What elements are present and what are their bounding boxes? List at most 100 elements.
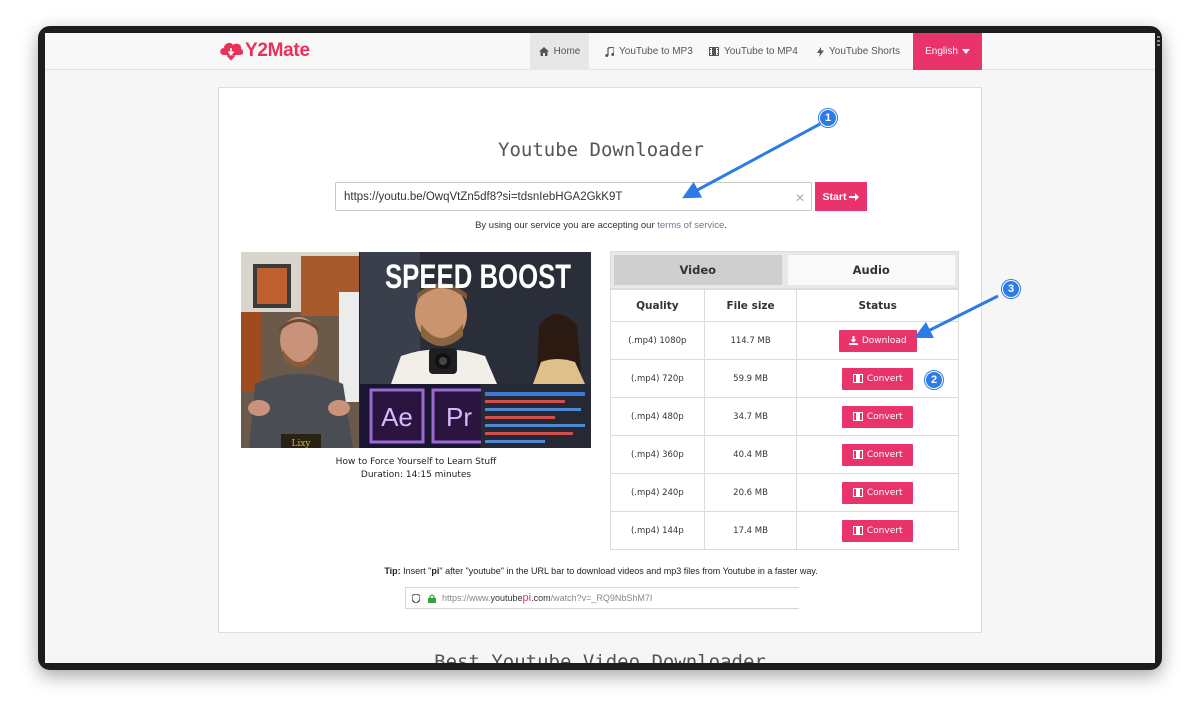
arrow-right-icon	[849, 192, 860, 201]
row-quality: (.mp4) 240p	[610, 473, 705, 512]
thumb-headline: SPEED BOOST	[385, 258, 571, 296]
logo-text: Y2Mate	[245, 40, 310, 61]
row-size: 40.4 MB	[703, 435, 798, 474]
row-quality: (.mp4) 480p	[610, 397, 705, 436]
film-icon	[852, 374, 863, 383]
example-url-domain: youtube	[490, 593, 523, 603]
nav-home-label: Home	[553, 46, 581, 57]
thumbnail-image: Lixy SPEED BOOST Ae Pr	[241, 252, 591, 448]
mug-text: Lixy	[291, 439, 311, 448]
tip-before: Insert "	[400, 566, 432, 576]
shield-icon	[412, 593, 420, 603]
home-icon	[538, 47, 549, 56]
row-status: Convert	[796, 397, 959, 436]
section-heading: Best Youtube Video Downloader	[434, 651, 766, 663]
convert-button[interactable]: Convert	[842, 405, 914, 428]
table-row: (.mp4) 144p 17.4 MB Convert	[610, 511, 959, 550]
download-icon	[848, 336, 858, 345]
lightning-icon	[817, 46, 824, 57]
table-row: (.mp4) 360p 40.4 MB Convert	[610, 435, 959, 474]
site-logo[interactable]: Y2Mate	[218, 38, 310, 64]
row-quality: (.mp4) 144p	[610, 511, 705, 550]
convert-button[interactable]: Convert	[842, 443, 914, 466]
example-url-bar: https://www. youtube pi .com/watch?v=_RQ9Nb…	[405, 587, 799, 609]
nav-youtube-shorts[interactable]: YouTube Shorts	[817, 33, 900, 70]
terms-suffix: .	[724, 220, 727, 231]
row-quality: (.mp4) 720p	[610, 359, 705, 398]
ae-logo-text: Ae	[381, 402, 413, 432]
top-navbar: Y2Mate Home YouTube to MP3 YouTube to MP…	[45, 33, 1155, 70]
download-button[interactable]: Download	[838, 329, 917, 352]
table-row: (.mp4) 480p 34.7 MB Convert	[610, 397, 959, 436]
caret-down-icon	[961, 49, 970, 54]
convert-label: Convert	[866, 525, 903, 536]
film-icon	[852, 488, 863, 497]
film-icon	[709, 47, 719, 56]
video-info: How to Force Yourself to Learn Stuff Dur…	[241, 456, 591, 482]
example-url-path: /watch?v=_RQ9NbShM7I	[550, 593, 653, 603]
row-quality: (.mp4) 360p	[610, 435, 705, 474]
row-size: 114.7 MB	[703, 321, 798, 360]
nav-home[interactable]: Home	[530, 33, 589, 70]
convert-label: Convert	[866, 373, 903, 384]
table-header-row: Quality File size Status	[610, 289, 959, 322]
convert-button[interactable]: Convert	[842, 481, 914, 504]
nav-youtube-to-mp4[interactable]: YouTube to MP4	[709, 33, 798, 70]
nav-youtube-to-mp3[interactable]: YouTube to MP3	[605, 33, 693, 70]
language-dropdown[interactable]: English	[913, 33, 982, 70]
tab-audio[interactable]: Audio	[787, 255, 955, 285]
music-note-icon	[605, 46, 614, 57]
annotation-marker-1: 1	[819, 109, 837, 127]
downloader-card: Youtube Downloader https://youtu.be/OwqV…	[218, 87, 982, 633]
pr-logo-text: Pr	[446, 402, 472, 432]
terms-prefix: By using our service you are accepting o…	[475, 220, 658, 231]
row-size: 34.7 MB	[703, 397, 798, 436]
tip-label: Tip:	[384, 566, 401, 576]
nav-mp3-label: YouTube to MP3	[619, 46, 693, 57]
url-input[interactable]: https://youtu.be/OwqVtZn5df8?si=tdsnIebH…	[335, 182, 812, 211]
convert-label: Convert	[866, 411, 903, 422]
film-icon	[852, 412, 863, 421]
header-status: Status	[796, 289, 959, 322]
tip-after: " after "youtube" in the URL bar to down…	[439, 566, 818, 576]
scroll-indicator	[1157, 36, 1160, 46]
browser-viewport: Y2Mate Home YouTube to MP3 YouTube to MP…	[45, 33, 1155, 663]
language-label: English	[925, 46, 958, 57]
example-url-pi: pi	[522, 592, 532, 604]
clear-icon[interactable]: ✕	[795, 191, 805, 205]
download-label: Download	[861, 335, 907, 346]
row-quality: (.mp4) 1080p	[610, 321, 705, 360]
tab-video[interactable]: Video	[614, 255, 782, 285]
row-status: Download	[796, 321, 959, 360]
convert-button[interactable]: Convert	[842, 367, 914, 390]
nav-shorts-label: YouTube Shorts	[829, 46, 900, 57]
start-button[interactable]: Start	[815, 182, 867, 211]
download-table: Quality File size Status (.mp4) 1080p 11…	[610, 289, 959, 550]
annotation-marker-3: 3	[1002, 280, 1020, 298]
row-status: Convert	[796, 473, 959, 512]
convert-label: Convert	[866, 449, 903, 460]
terms-link[interactable]: terms of service	[657, 220, 724, 231]
format-tabs: Video Audio	[610, 251, 959, 289]
header-quality: Quality	[610, 289, 705, 322]
row-size: 17.4 MB	[703, 511, 798, 550]
row-size: 20.6 MB	[703, 473, 798, 512]
example-url-prefix: https://www.	[442, 593, 491, 603]
video-duration: Duration: 14:15 minutes	[360, 470, 472, 480]
film-icon	[852, 450, 863, 459]
table-row: (.mp4) 1080p 114.7 MB Download	[610, 321, 959, 360]
convert-label: Convert	[866, 487, 903, 498]
lock-icon	[428, 593, 436, 603]
tip-text: Tip: Insert "pi" after "youtube" in the …	[219, 566, 983, 576]
page-title: Youtube Downloader	[498, 139, 704, 161]
table-row: (.mp4) 240p 20.6 MB Convert	[610, 473, 959, 512]
annotation-marker-2: 2	[925, 371, 943, 389]
video-thumbnail[interactable]: Lixy SPEED BOOST Ae Pr	[241, 252, 591, 448]
convert-button[interactable]: Convert	[842, 519, 914, 542]
video-title: How to Force Yourself to Learn Stuff	[335, 457, 497, 467]
row-status: Convert	[796, 511, 959, 550]
film-icon	[852, 526, 863, 535]
cloud-download-icon	[220, 42, 244, 61]
url-input-value: https://youtu.be/OwqVtZn5df8?si=tdsnIebH…	[344, 190, 623, 203]
nav-mp4-label: YouTube to MP4	[724, 46, 798, 57]
